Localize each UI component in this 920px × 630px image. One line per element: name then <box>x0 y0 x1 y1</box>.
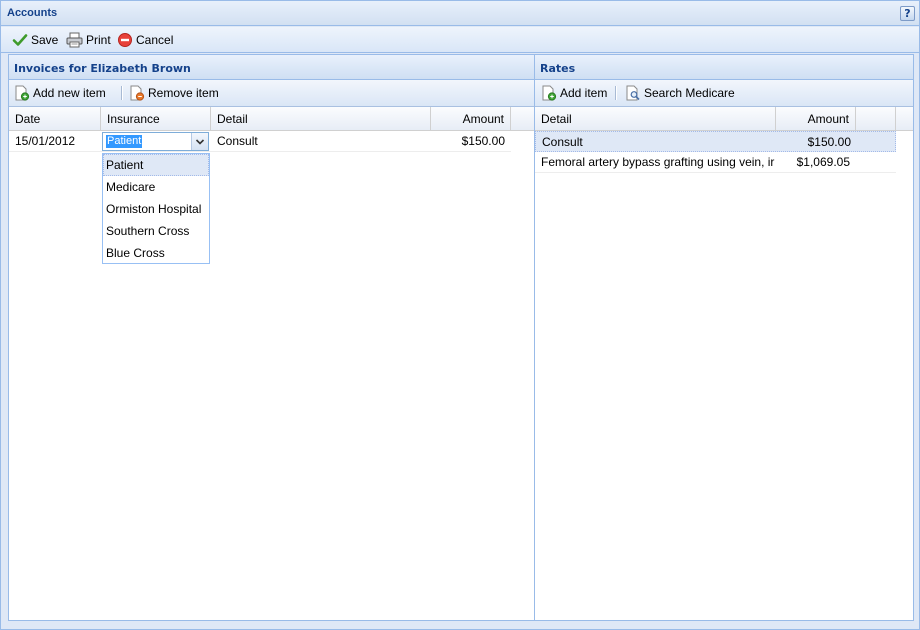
dropdown-option-southern-cross[interactable]: Southern Cross <box>103 220 209 242</box>
column-header-detail[interactable]: Detail <box>535 107 776 131</box>
checkmark-icon <box>12 34 28 46</box>
cell-amount: $150.00 <box>807 135 851 149</box>
save-button[interactable]: Save <box>12 31 58 49</box>
print-label: Print <box>86 33 111 47</box>
search-document-icon <box>626 85 640 101</box>
cell-detail: Consult <box>217 134 258 148</box>
rates-grid-header: Detail Amount <box>535 107 913 131</box>
insurance-combo-value: Patient <box>106 135 143 148</box>
combo-trigger-button[interactable] <box>191 133 208 150</box>
column-header-date[interactable]: Date <box>9 107 101 131</box>
cancel-icon <box>118 33 132 47</box>
cancel-button[interactable]: Cancel <box>117 31 173 49</box>
remove-item-label: Remove item <box>148 86 219 100</box>
printer-icon <box>66 32 83 48</box>
dropdown-option-patient[interactable]: Patient <box>103 154 209 176</box>
search-medicare-button[interactable]: Search Medicare <box>625 84 735 102</box>
cancel-label: Cancel <box>136 33 174 47</box>
invoices-panel: Invoices for Elizabeth Brown Add new ite… <box>8 54 535 621</box>
save-label: Save <box>31 33 59 47</box>
add-document-icon <box>542 85 557 101</box>
add-item-label: Add item <box>560 86 608 100</box>
cell-amount: $1,069.05 <box>796 155 850 169</box>
table-row[interactable]: 15/01/2012 Consult $150.00 Patient <box>9 131 511 152</box>
add-new-item-button[interactable]: Add new item <box>14 84 106 102</box>
accounts-window: Accounts ? Save Print Cancel Invoices fo… <box>0 0 920 630</box>
insurance-combo[interactable]: Patient <box>102 132 209 151</box>
rates-title: Rates <box>540 62 576 75</box>
invoices-panel-header: Invoices for Elizabeth Brown <box>9 55 534 80</box>
add-document-icon <box>15 85 30 101</box>
rates-toolbar: Add item Search Medicare <box>535 80 913 107</box>
column-header-insurance[interactable]: Insurance <box>101 107 211 131</box>
rates-panel: Rates Add item Search Medicare Detail Am… <box>534 54 914 621</box>
dropdown-option-medicare[interactable]: Medicare <box>103 176 209 198</box>
search-medicare-label: Search Medicare <box>644 86 735 100</box>
dropdown-option-ormiston-hospital[interactable]: Ormiston Hospital <box>103 198 209 220</box>
main-toolbar: Save Print Cancel <box>1 27 919 53</box>
add-new-item-label: Add new item <box>33 86 106 100</box>
help-button[interactable]: ? <box>900 6 915 21</box>
print-button[interactable]: Print <box>66 31 111 49</box>
column-header-detail[interactable]: Detail <box>211 107 431 131</box>
dropdown-option-blue-cross[interactable]: Blue Cross <box>103 242 209 264</box>
cell-amount: $150.00 <box>461 134 505 148</box>
remove-document-icon <box>130 85 145 101</box>
table-row[interactable]: Consult $150.00 <box>535 131 896 152</box>
rates-grid-body: Consult $150.00 Femoral artery bypass gr… <box>535 131 913 620</box>
cell-detail: Consult <box>542 135 583 149</box>
remove-item-button[interactable]: Remove item <box>129 84 219 102</box>
invoices-toolbar: Add new item Remove item <box>9 80 534 107</box>
table-row[interactable]: Femoral artery bypass grafting using vei… <box>535 152 896 173</box>
window-header: Accounts ? <box>1 1 919 26</box>
chevron-down-icon <box>195 139 205 145</box>
column-header-amount[interactable]: Amount <box>431 107 511 131</box>
column-header-amount[interactable]: Amount <box>776 107 856 131</box>
column-header-spacer <box>511 107 535 131</box>
add-item-button[interactable]: Add item <box>541 84 607 102</box>
invoices-grid-header: Date Insurance Detail Amount <box>9 107 534 131</box>
cell-detail: Femoral artery bypass grafting using vei… <box>541 155 775 169</box>
cell-date: 15/01/2012 <box>15 134 76 148</box>
insurance-dropdown: Patient Medicare Ormiston Hospital South… <box>102 153 210 264</box>
column-header-spacer <box>856 107 896 131</box>
rates-panel-header: Rates <box>535 55 913 80</box>
toolbar-separator <box>615 86 617 100</box>
toolbar-separator <box>121 86 123 100</box>
invoices-title: Invoices for Elizabeth Brown <box>14 62 191 75</box>
window-title: Accounts <box>7 7 58 19</box>
invoices-grid-body: 15/01/2012 Consult $150.00 Patient Patie… <box>9 131 534 620</box>
